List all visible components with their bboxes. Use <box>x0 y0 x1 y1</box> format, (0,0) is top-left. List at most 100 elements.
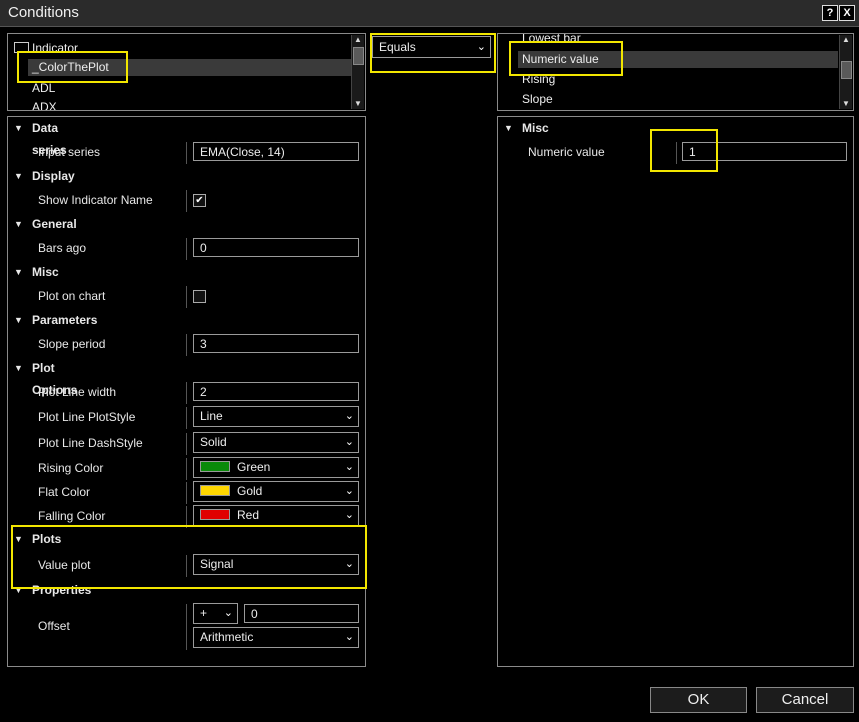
dropdown-value: Solid <box>200 435 227 449</box>
category-label: Misc <box>522 121 549 135</box>
list-item[interactable]: Slope <box>522 91 553 108</box>
row-offset: Offset + ⌄ 0 Arithmetic ⌄ <box>8 602 365 652</box>
scroll-down-icon[interactable]: ▼ <box>840 99 852 109</box>
offset-mode-dropdown[interactable]: Arithmetic ⌄ <box>193 627 359 648</box>
list-item[interactable]: Lowest bar <box>522 34 581 47</box>
plot-on-chart-label: Plot on chart <box>38 289 106 303</box>
value-properties-grid: ▼ Misc Numeric value 1 <box>497 116 854 667</box>
triangle-down-icon[interactable]: ▼ <box>504 117 513 139</box>
row-show-indicator-name: Show Indicator Name ✔ <box>8 188 365 212</box>
category-label: Misc <box>32 265 59 279</box>
column-divider <box>186 238 187 260</box>
column-divider <box>186 482 187 504</box>
column-divider <box>186 190 187 212</box>
bars-ago-label: Bars ago <box>38 241 87 255</box>
row-plot-line-dashstyle: Plot Line DashStyle Solid ⌄ <box>8 431 365 455</box>
chevron-down-icon: ⌄ <box>344 509 354 521</box>
row-numeric-value: Numeric value 1 <box>498 140 853 164</box>
operator-dropdown[interactable]: Equals ⌄ <box>372 36 491 58</box>
row-plot-on-chart: Plot on chart <box>8 284 365 308</box>
list-item-selected[interactable]: Numeric value <box>518 51 838 68</box>
cancel-button[interactable]: Cancel <box>756 687 854 713</box>
chevron-down-icon: ⌄ <box>344 461 354 473</box>
ok-button[interactable]: OK <box>650 687 747 713</box>
chevron-down-icon: ⌄ <box>223 607 233 619</box>
show-indicator-name-checkbox[interactable]: ✔ <box>193 194 206 207</box>
row-rising-color: Rising Color Green ⌄ <box>8 456 365 480</box>
dropdown-value: Signal <box>200 557 234 571</box>
value-plot-dropdown[interactable]: Signal ⌄ <box>193 554 359 575</box>
value-plot-label: Value plot <box>38 558 91 572</box>
dropdown-value: Line <box>200 409 223 423</box>
row-flat-color: Flat Color Gold ⌄ <box>8 480 365 504</box>
category-label: Display <box>32 169 75 183</box>
chevron-down-icon: ⌄ <box>344 485 354 497</box>
slope-period-label: Slope period <box>38 337 106 351</box>
column-divider <box>186 286 187 308</box>
triangle-down-icon[interactable]: ▼ <box>14 309 23 331</box>
offset-label: Offset <box>38 619 70 633</box>
falling-color-dropdown[interactable]: Red ⌄ <box>193 505 359 526</box>
numeric-value-label: Numeric value <box>528 145 605 159</box>
offset-value-field[interactable]: 0 <box>244 604 359 623</box>
color-swatch <box>200 461 230 473</box>
triangle-down-icon[interactable]: ▼ <box>14 117 23 139</box>
plot-line-width-field[interactable]: 2 <box>193 382 359 401</box>
show-indicator-name-label: Show Indicator Name <box>38 193 153 207</box>
list-item[interactable]: ADX <box>32 99 57 110</box>
row-plot-line-width: Plot Line width 2 <box>8 380 365 404</box>
plot-line-dashstyle-label: Plot Line DashStyle <box>38 436 143 450</box>
row-falling-color: Falling Color Red ⌄ <box>8 504 365 528</box>
rising-color-dropdown[interactable]: Green ⌄ <box>193 457 359 478</box>
triangle-down-icon[interactable]: ▼ <box>14 579 23 601</box>
triangle-down-icon[interactable]: ▼ <box>14 165 23 187</box>
numeric-value-field[interactable]: 1 <box>682 142 847 161</box>
category-label: Properties <box>32 583 92 597</box>
column-divider <box>186 382 187 404</box>
plot-line-plotstyle-label: Plot Line PlotStyle <box>38 410 136 424</box>
scrollbar[interactable]: ▲ ▼ <box>351 35 364 109</box>
column-divider <box>186 433 187 455</box>
help-button[interactable]: ? <box>822 5 838 21</box>
scroll-up-icon[interactable]: ▲ <box>352 35 364 45</box>
list-item[interactable]: Rising <box>522 71 555 88</box>
plot-line-plotstyle-dropdown[interactable]: Line ⌄ <box>193 406 359 427</box>
input-series-field[interactable]: EMA(Close, 14) <box>193 142 359 161</box>
slope-period-field[interactable]: 3 <box>193 334 359 353</box>
close-button[interactable]: X <box>839 5 855 21</box>
scroll-thumb[interactable] <box>841 61 852 79</box>
offset-operator-dropdown[interactable]: + ⌄ <box>193 603 238 624</box>
row-value-plot: Value plot Signal ⌄ <box>8 553 365 577</box>
dropdown-value: Red <box>237 508 260 522</box>
dropdown-value: Arithmetic <box>200 630 254 644</box>
list-item[interactable]: ADL <box>32 80 55 97</box>
indicator-list[interactable]: Indicator _ColorThePlot ADL ADX ▲ ▼ <box>7 33 366 111</box>
list-item-selected[interactable]: _ColorThePlot <box>28 59 354 76</box>
column-divider <box>186 142 187 164</box>
triangle-down-icon[interactable]: ▼ <box>14 357 23 379</box>
column-divider <box>676 142 677 164</box>
scroll-down-icon[interactable]: ▼ <box>352 99 364 109</box>
column-divider <box>186 458 187 480</box>
rising-color-label: Rising Color <box>38 461 104 475</box>
title-bar: Conditions ? X <box>0 0 859 27</box>
dropdown-value: + <box>200 606 208 620</box>
chevron-down-icon: ⌄ <box>344 436 354 448</box>
bars-ago-field[interactable]: 0 <box>193 238 359 257</box>
flat-color-dropdown[interactable]: Gold ⌄ <box>193 481 359 502</box>
triangle-down-icon[interactable]: ▼ <box>14 213 23 235</box>
column-divider <box>186 604 187 650</box>
triangle-down-icon[interactable]: ▼ <box>14 528 23 550</box>
scroll-up-icon[interactable]: ▲ <box>840 35 852 45</box>
scroll-thumb[interactable] <box>353 47 364 65</box>
folder-icon <box>14 42 29 53</box>
value-list[interactable]: Lowest bar Numeric value Rising Slope ▲ … <box>497 33 854 111</box>
plot-line-dashstyle-dropdown[interactable]: Solid ⌄ <box>193 432 359 453</box>
scrollbar[interactable]: ▲ ▼ <box>839 35 852 109</box>
plot-on-chart-checkbox[interactable] <box>193 290 206 303</box>
triangle-down-icon[interactable]: ▼ <box>14 261 23 283</box>
input-series-label: Input series <box>38 145 101 159</box>
column-divider <box>186 555 187 577</box>
category-label: General <box>32 217 77 231</box>
list-item[interactable]: Indicator <box>32 40 78 57</box>
